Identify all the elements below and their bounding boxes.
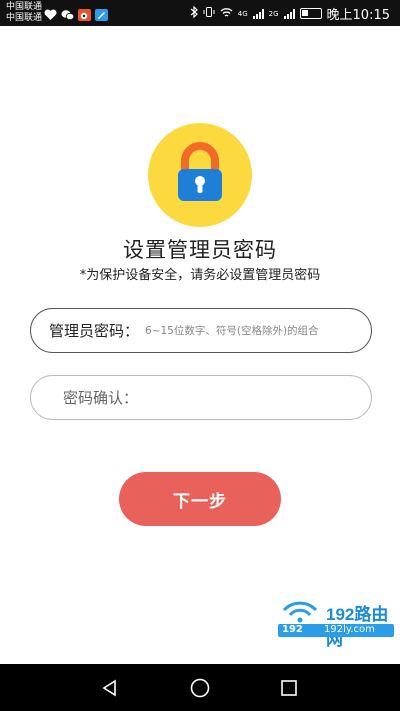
confirm-password-label: 密码确认： bbox=[63, 389, 139, 407]
status-bar: 中国联通 中国联通 4G 2G 晚上10:15 bbox=[0, 0, 400, 26]
watermark-domain: 192ly.com bbox=[324, 624, 375, 635]
admin-password-field[interactable]: 管理员密码： bbox=[30, 308, 372, 353]
confirm-password-input[interactable] bbox=[144, 391, 345, 404]
signal-icon-1 bbox=[252, 8, 264, 19]
back-button[interactable] bbox=[94, 672, 126, 704]
lock-icon bbox=[148, 123, 252, 227]
network-type-1: 4G bbox=[237, 9, 248, 18]
notification-icons bbox=[44, 6, 108, 21]
page-subtitle: *为保护设备安全，请务必设置管理员密码 bbox=[79, 268, 321, 283]
home-button[interactable] bbox=[184, 672, 216, 704]
weibo-icon bbox=[78, 6, 91, 21]
watermark-tag: 192 bbox=[282, 624, 303, 635]
carrier-info: 中国联通 中国联通 bbox=[6, 2, 42, 24]
back-icon bbox=[102, 679, 116, 697]
network-type-2: 2G bbox=[268, 9, 279, 18]
recents-icon bbox=[281, 680, 297, 696]
battery-icon bbox=[299, 8, 322, 19]
page-title: 设置管理员密码 bbox=[123, 238, 277, 262]
watermark-logo: 192路由网 192 192ly.com bbox=[278, 598, 398, 649]
home-icon bbox=[190, 678, 210, 698]
health-icon bbox=[44, 6, 57, 20]
carrier-1: 中国联通 bbox=[6, 2, 43, 12]
navigation-bar bbox=[0, 664, 400, 711]
wifi-logo-icon bbox=[282, 601, 318, 623]
carrier-2: 中国联通 bbox=[6, 13, 43, 23]
wifi-icon bbox=[220, 7, 233, 21]
next-step-button[interactable]: 下一步 bbox=[119, 472, 281, 526]
vibrate-icon bbox=[203, 6, 215, 21]
signal-icon-2 bbox=[283, 8, 295, 19]
recents-button[interactable] bbox=[273, 672, 305, 704]
status-time: 晚上10:15 bbox=[326, 8, 390, 23]
admin-password-input[interactable] bbox=[145, 324, 346, 337]
wechat-icon bbox=[61, 6, 75, 21]
confirm-password-field[interactable]: 密码确认： bbox=[30, 375, 372, 420]
app-icon bbox=[95, 6, 108, 21]
status-right: 4G 2G 晚上10:15 bbox=[190, 4, 390, 23]
bluetooth-icon bbox=[190, 5, 198, 21]
admin-password-label: 管理员密码： bbox=[49, 322, 140, 340]
